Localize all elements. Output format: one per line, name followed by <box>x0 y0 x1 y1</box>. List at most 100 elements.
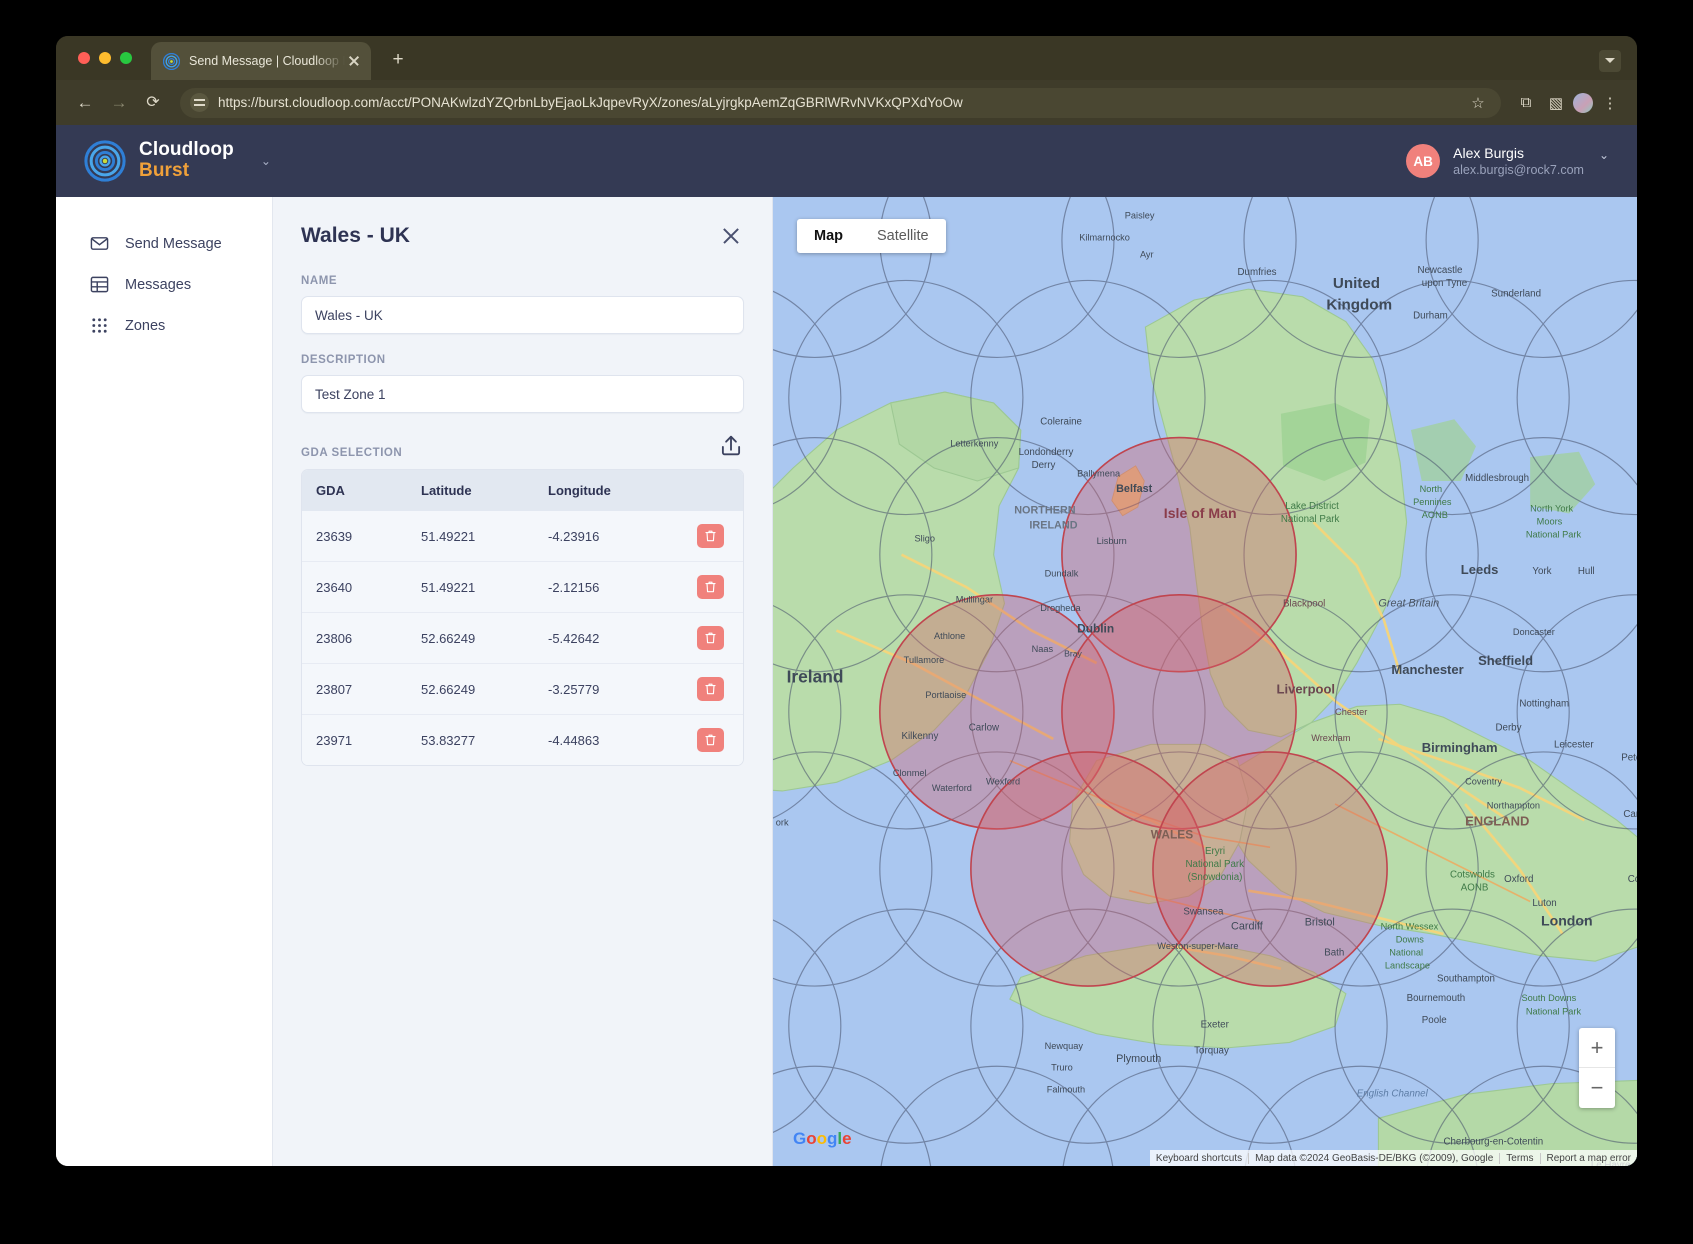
brand-logo[interactable]: Cloudloop Burst ⌄ <box>84 140 271 182</box>
tab-search-button[interactable] <box>1599 50 1621 72</box>
svg-text:Drogheda: Drogheda <box>1040 603 1081 613</box>
svg-text:South Downs: South Downs <box>1521 993 1576 1003</box>
maximize-window-button[interactable] <box>120 52 132 64</box>
svg-text:Swansea: Swansea <box>1183 907 1224 918</box>
svg-text:Exeter: Exeter <box>1201 1019 1230 1030</box>
address-bar[interactable]: https://burst.cloudloop.com/acct/PONAKwl… <box>180 87 1501 118</box>
page-title: Wales - UK <box>301 224 410 247</box>
map-data-attribution: Map data ©2024 GeoBasis-DE/BKG (©2009), … <box>1248 1152 1499 1164</box>
brand-chevron-down-icon[interactable]: ⌄ <box>261 154 271 168</box>
cell-longitude: -5.42642 <box>534 612 681 664</box>
forward-button[interactable]: → <box>104 88 134 118</box>
name-input[interactable] <box>301 296 744 334</box>
svg-text:Luton: Luton <box>1532 898 1556 909</box>
svg-text:Downs: Downs <box>1396 935 1425 945</box>
close-panel-button[interactable] <box>718 223 744 249</box>
cell-gda: 23806 <box>302 612 407 664</box>
app-body: Send Message Messages Zones Wales - UK N… <box>56 197 1637 1166</box>
app-header: Cloudloop Burst ⌄ AB Alex Burgis alex.bu… <box>56 125 1637 197</box>
svg-text:North Wessex: North Wessex <box>1381 922 1439 932</box>
map-zoom-controls[interactable]: + − <box>1579 1028 1615 1108</box>
table-row[interactable]: 23971 53.83277 -4.44863 <box>302 714 743 765</box>
svg-text:NORTHERN: NORTHERN <box>1014 504 1076 516</box>
svg-text:Carlow: Carlow <box>969 722 1000 733</box>
cell-gda: 23971 <box>302 714 407 765</box>
account-menu[interactable]: AB Alex Burgis alex.burgis@rock7.com ⌄ <box>1406 144 1609 179</box>
svg-text:IRELAND: IRELAND <box>1029 520 1077 532</box>
cell-latitude: 53.83277 <box>407 714 534 765</box>
panel-header: Wales - UK <box>301 223 744 249</box>
name-field-label: NAME <box>301 275 338 287</box>
map-type-satellite[interactable]: Satellite <box>860 219 946 253</box>
cell-latitude: 52.66249 <box>407 663 534 715</box>
svg-text:Athlone: Athlone <box>934 631 965 641</box>
site-settings-icon[interactable] <box>190 93 209 112</box>
svg-text:Wexford: Wexford <box>986 776 1020 786</box>
map-type-toggle[interactable]: Map Satellite <box>797 219 946 253</box>
browser-menu-icon[interactable]: ⋮ <box>1597 94 1623 112</box>
report-map-error-link[interactable]: Report a map error <box>1539 1152 1637 1164</box>
svg-text:Waterford: Waterford <box>932 783 972 793</box>
terms-link[interactable]: Terms <box>1499 1152 1539 1164</box>
account-chevron-down-icon[interactable]: ⌄ <box>1599 148 1609 162</box>
close-window-button[interactable] <box>78 52 90 64</box>
svg-text:Durham: Durham <box>1413 310 1448 321</box>
extensions-icon[interactable]: ⧉ <box>1513 94 1539 111</box>
delete-row-button[interactable] <box>697 728 724 752</box>
svg-text:Belfast: Belfast <box>1116 483 1153 495</box>
sidebar-item-label: Zones <box>125 317 166 334</box>
svg-text:Coleraine: Coleraine <box>1040 417 1082 428</box>
svg-text:Newquay: Newquay <box>1045 1041 1084 1051</box>
svg-text:Bristol: Bristol <box>1305 916 1335 928</box>
table-row[interactable]: 23807 52.66249 -3.25779 <box>302 663 743 715</box>
svg-text:Eryri: Eryri <box>1205 846 1225 857</box>
svg-text:United: United <box>1333 275 1380 292</box>
table-row[interactable]: 23640 51.49221 -2.12156 <box>302 561 743 613</box>
back-button[interactable]: ← <box>70 88 100 118</box>
cell-gda: 23807 <box>302 663 407 715</box>
svg-text:Ireland: Ireland <box>787 667 844 687</box>
cell-longitude: -3.25779 <box>534 663 681 715</box>
table-row[interactable]: 23806 52.66249 -5.42642 <box>302 612 743 664</box>
side-panel-icon[interactable]: ▧ <box>1543 94 1569 112</box>
sidebar-item-send-message[interactable]: Send Message <box>56 223 272 264</box>
bookmark-star-icon[interactable]: ☆ <box>1465 94 1491 112</box>
column-header-latitude: Latitude <box>407 470 534 511</box>
map-canvas[interactable]: Coleraine Londonderry Derry Letterkenny … <box>773 197 1637 1166</box>
cloudloop-logo-icon <box>84 140 126 182</box>
delete-row-button[interactable] <box>697 677 724 701</box>
description-input[interactable] <box>301 375 744 413</box>
new-tab-button[interactable]: + <box>386 49 410 73</box>
sidebar-item-messages[interactable]: Messages <box>56 264 272 305</box>
svg-text:National Park: National Park <box>1185 859 1244 870</box>
delete-row-button[interactable] <box>697 524 724 548</box>
zoom-in-button[interactable]: + <box>1579 1028 1615 1068</box>
map-type-map[interactable]: Map <box>797 219 860 253</box>
svg-text:London: London <box>1541 912 1593 928</box>
reload-button[interactable]: ⟳ <box>138 88 168 118</box>
svg-text:Naas: Naas <box>1032 644 1054 654</box>
svg-text:Bournemouth: Bournemouth <box>1407 993 1466 1004</box>
browser-tab[interactable]: Send Message | Cloudloop Bu <box>151 42 371 80</box>
description-field-group: DESCRIPTION <box>301 354 744 413</box>
gda-section-label: GDA SELECTION <box>301 447 403 459</box>
svg-text:Northampton: Northampton <box>1487 800 1540 810</box>
svg-text:Dundalk: Dundalk <box>1045 568 1079 578</box>
zoom-out-button[interactable]: − <box>1579 1068 1615 1108</box>
delete-row-button[interactable] <box>697 575 724 599</box>
svg-text:ENGLAND: ENGLAND <box>1465 814 1529 829</box>
trash-icon <box>705 632 716 644</box>
minimize-window-button[interactable] <box>99 52 111 64</box>
svg-text:Middlesbrough: Middlesbrough <box>1465 473 1529 484</box>
svg-text:North York: North York <box>1530 503 1573 513</box>
keyboard-shortcuts-link[interactable]: Keyboard shortcuts <box>1150 1153 1248 1164</box>
profile-avatar-icon[interactable] <box>1573 92 1593 113</box>
table-row[interactable]: 23639 51.49221 -4.23916 <box>302 511 743 562</box>
upload-gda-button[interactable] <box>718 433 744 459</box>
svg-text:Peterborough: Peterborough <box>1621 753 1637 764</box>
sidebar-item-zones[interactable]: Zones <box>56 305 272 346</box>
svg-text:Google: Google <box>793 1129 852 1148</box>
delete-row-button[interactable] <box>697 626 724 650</box>
close-tab-button[interactable] <box>345 52 363 70</box>
trash-icon <box>705 581 716 593</box>
